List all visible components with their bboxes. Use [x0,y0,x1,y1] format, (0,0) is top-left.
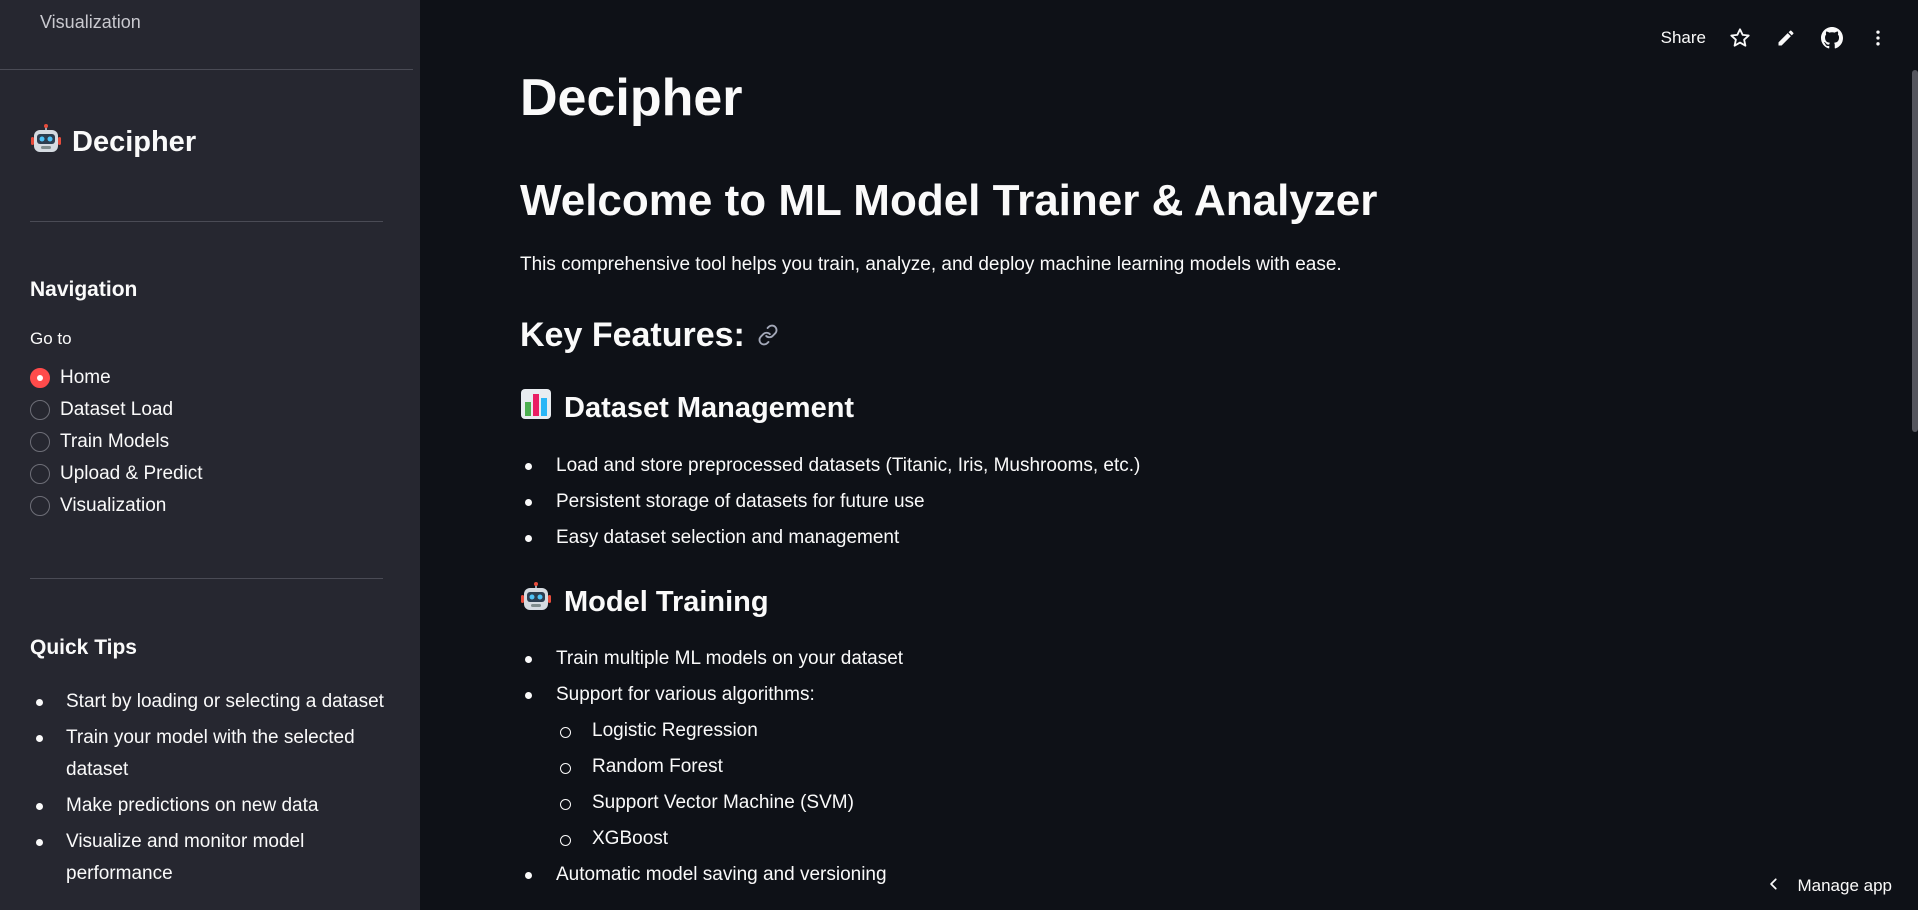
sidebar-brand: Decipher [30,124,196,161]
section-title: Model Training [564,585,769,618]
key-features-label: Key Features: [520,316,745,354]
quick-tips-list: Start by loading or selecting a dataset … [30,686,390,894]
sub-list-item: Random Forest [520,749,903,785]
sub-list-item: Support Vector Machine (SVM) [520,785,903,821]
star-icon[interactable] [1728,26,1752,50]
link-icon[interactable] [757,316,779,355]
section-heading-model-training: Model Training [520,582,769,622]
radio-home[interactable]: Home [30,362,203,394]
model-training-list: Train multiple ML models on your dataset… [520,641,903,893]
quick-tips-heading: Quick Tips [30,636,137,659]
radio-group-label: Go to [30,329,72,348]
list-item: Persistent storage of datasets for futur… [520,484,1140,520]
radio-button[interactable] [30,496,50,516]
more-vertical-icon[interactable] [1866,26,1890,50]
radio-button[interactable] [30,464,50,484]
sidebar-top-link[interactable]: Visualization [40,12,141,33]
bar-chart-icon [520,388,552,428]
manage-app-button[interactable]: Manage app [1767,876,1892,896]
list-item: Support for various algorithms: [520,677,903,713]
radio-label: Home [60,367,111,388]
pencil-icon[interactable] [1774,26,1798,50]
key-features-heading: Key Features: [520,316,779,355]
share-button[interactable]: Share [1661,28,1706,48]
chevron-left-icon [1767,876,1781,896]
page-title: Decipher [520,69,743,127]
radio-button-selected[interactable] [30,368,50,388]
welcome-heading: Welcome to ML Model Trainer & Analyzer [520,176,1378,225]
list-item: Easy dataset selection and management [520,520,1140,556]
radio-label: Train Models [60,431,170,452]
github-icon[interactable] [1820,26,1844,50]
radio-dataset-load[interactable]: Dataset Load [30,394,203,426]
sub-list-item: Logistic Regression [520,713,903,749]
list-item: Load and store preprocessed datasets (Ti… [520,448,1140,484]
list-item: Train your model with the selected datas… [30,722,390,786]
list-item: Visualize and monitor model performance [30,826,390,890]
radio-button[interactable] [30,432,50,452]
sidebar-title: Decipher [72,126,197,158]
header-toolbar: Share [1661,26,1890,50]
list-item: Automatic model saving and versioning [520,857,903,893]
section-title: Dataset Management [564,391,855,424]
sidebar: Visualization Decipher Navigation Go to … [0,0,420,910]
radio-label: Dataset Load [60,399,174,420]
radio-train-models[interactable]: Train Models [30,426,203,458]
list-item: Make predictions on new data [30,790,390,822]
list-item: Start by loading or selecting a dataset [30,686,390,718]
radio-label: Visualization [60,495,167,516]
radio-upload-predict[interactable]: Upload & Predict [30,458,203,490]
divider [30,221,383,222]
intro-text: This comprehensive tool helps you train,… [520,254,1342,275]
navigation-heading: Navigation [30,278,138,301]
robot-icon [30,124,62,161]
robot-icon [520,582,552,622]
section-heading-dataset-management: Dataset Management [520,388,854,428]
radio-button[interactable] [30,400,50,420]
divider [30,578,383,579]
divider [0,69,413,70]
scrollbar[interactable] [1912,70,1918,432]
radio-label: Upload & Predict [60,463,203,484]
manage-app-label: Manage app [1797,876,1892,895]
sub-list-item: XGBoost [520,821,903,857]
navigation-radio-group: Home Dataset Load Train Models Upload & … [30,362,203,522]
list-item: Train multiple ML models on your dataset [520,641,903,677]
dataset-features-list: Load and store preprocessed datasets (Ti… [520,448,1140,556]
radio-visualization[interactable]: Visualization [30,490,203,522]
